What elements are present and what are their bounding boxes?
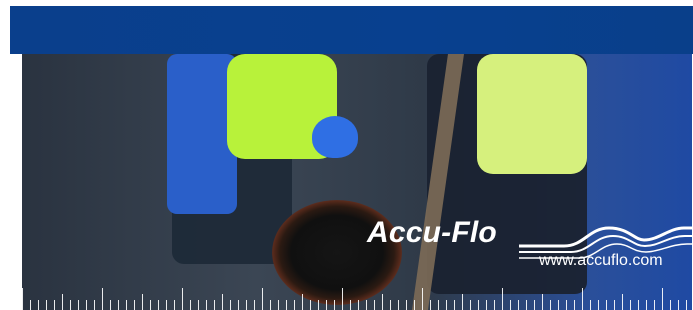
ruler-tick — [150, 300, 151, 310]
ruler-tick — [614, 300, 615, 310]
ruler-tick — [342, 288, 343, 310]
ruler-tick — [310, 300, 311, 310]
ruler-tick — [534, 300, 535, 310]
ruler-tick — [662, 288, 663, 310]
ruler-tick — [678, 300, 679, 310]
ruler-tick — [94, 300, 95, 310]
ruler-tick — [126, 300, 127, 310]
ruler-tick — [86, 300, 87, 310]
ruler-tick — [558, 300, 559, 310]
ruler-tick — [326, 300, 327, 310]
ruler-tick — [646, 300, 647, 310]
ruler-tick — [78, 300, 79, 310]
ruler-tick — [478, 300, 479, 310]
ruler-tick — [110, 300, 111, 310]
ruler-ticks — [22, 282, 692, 310]
ruler-tick — [350, 300, 351, 310]
ruler-tick — [630, 300, 631, 310]
ruler-tick — [366, 300, 367, 310]
ruler-tick — [174, 300, 175, 310]
ruler-tick — [38, 300, 39, 310]
ruler-tick — [254, 300, 255, 310]
ruler-tick — [486, 300, 487, 310]
ruler-tick — [222, 294, 223, 310]
ruler-tick — [118, 300, 119, 310]
ruler-tick — [438, 300, 439, 310]
top-blue-bar — [10, 6, 693, 54]
ruler-tick — [182, 288, 183, 310]
ruler-tick — [606, 300, 607, 310]
ruler-tick — [406, 300, 407, 310]
ruler-tick — [270, 300, 271, 310]
ruler-tick — [206, 300, 207, 310]
ruler-tick — [358, 300, 359, 310]
ruler-tick — [430, 300, 431, 310]
ruler-tick — [638, 300, 639, 310]
brand-logo-text: Accu-Flo — [367, 216, 497, 249]
ruler-tick — [542, 294, 543, 310]
ruler-tick — [62, 294, 63, 310]
ruler-tick — [390, 300, 391, 310]
ruler-tick — [526, 300, 527, 310]
ruler-tick — [518, 300, 519, 310]
ruler-tick — [142, 294, 143, 310]
ruler-tick — [462, 294, 463, 310]
ruler-tick — [30, 300, 31, 310]
ruler-tick — [214, 300, 215, 310]
ruler-tick — [198, 300, 199, 310]
ruler-tick — [166, 300, 167, 310]
ruler-tick — [654, 300, 655, 310]
ruler-tick — [510, 300, 511, 310]
banner-frame: Accu-Flo www.accuflo.com — [10, 6, 693, 310]
ruler-tick — [374, 300, 375, 310]
ruler-tick — [382, 294, 383, 310]
ruler-tick — [246, 300, 247, 310]
ruler-tick — [302, 294, 303, 310]
ruler-tick — [494, 300, 495, 310]
ruler-tick — [502, 288, 503, 310]
ruler-tick — [46, 300, 47, 310]
hard-hat — [312, 116, 358, 158]
ruler-tick — [158, 300, 159, 310]
ruler-tick — [102, 288, 103, 310]
ruler-tick — [54, 300, 55, 310]
ruler-tick — [286, 300, 287, 310]
ruler-tick — [590, 300, 591, 310]
ruler-tick — [686, 300, 687, 310]
ruler-tick — [566, 300, 567, 310]
ruler-tick — [294, 300, 295, 310]
ruler-tick — [238, 300, 239, 310]
ruler-tick — [134, 300, 135, 310]
ruler-tick — [262, 288, 263, 310]
ruler-tick — [670, 300, 671, 310]
ruler-tick — [574, 300, 575, 310]
ruler-tick — [70, 300, 71, 310]
ruler-tick — [598, 300, 599, 310]
ruler-tick — [414, 300, 415, 310]
ruler-tick — [582, 288, 583, 310]
hero-photo: Accu-Flo www.accuflo.com — [22, 54, 692, 310]
ruler-tick — [422, 288, 423, 310]
ruler-tick — [470, 300, 471, 310]
ruler-tick — [318, 300, 319, 310]
ruler-tick — [334, 300, 335, 310]
ruler-tick — [550, 300, 551, 310]
brand-url: www.accuflo.com — [539, 252, 663, 269]
ruler-tick — [446, 300, 447, 310]
ruler-tick — [190, 300, 191, 310]
ruler-tick — [22, 288, 23, 310]
ruler-tick — [398, 300, 399, 310]
ruler-tick — [230, 300, 231, 310]
worker-right-vest — [477, 54, 587, 174]
ruler-tick — [278, 300, 279, 310]
ruler-tick — [454, 300, 455, 310]
ruler-tick — [622, 294, 623, 310]
